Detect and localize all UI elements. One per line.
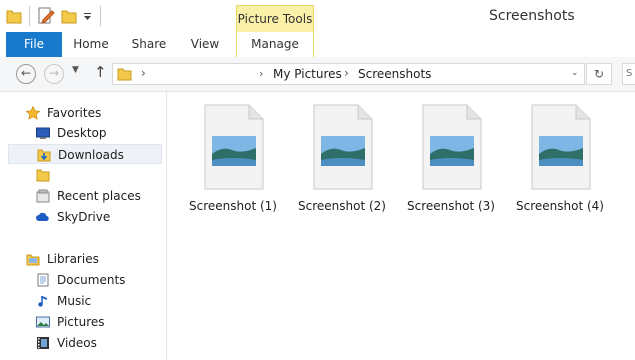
- breadcrumb-separator[interactable]: ›: [344, 66, 349, 80]
- folder-icon[interactable]: [6, 7, 22, 25]
- back-arrow-icon: ←: [20, 66, 32, 80]
- music-icon: [38, 296, 47, 307]
- breadcrumb-separator[interactable]: ›: [259, 67, 263, 80]
- pictures-icon: [36, 316, 50, 328]
- file-name: Screenshot (4): [516, 199, 604, 213]
- new-folder-icon[interactable]: [61, 7, 77, 25]
- folder-icon: [117, 68, 132, 81]
- tab-share[interactable]: Share: [126, 32, 172, 57]
- file-item[interactable]: Screenshot (1): [183, 104, 283, 214]
- nav-item-desktop[interactable]: Desktop: [8, 123, 162, 143]
- nav-item-label: Videos: [57, 336, 97, 350]
- image-file-icon: [313, 104, 373, 190]
- file-name: Screenshot (1): [189, 199, 277, 213]
- nav-item-music[interactable]: Music: [8, 291, 162, 311]
- nav-item-label: Pictures: [57, 315, 105, 329]
- up-icon[interactable]: ↑: [94, 63, 107, 81]
- tab-file[interactable]: File: [6, 32, 62, 57]
- nav-item-label: SkyDrive: [57, 210, 111, 224]
- recent-places-icon: [36, 189, 50, 203]
- nav-favorites[interactable]: Favorites: [8, 103, 162, 123]
- nav-item-label: Music: [57, 294, 92, 308]
- nav-item-downloads[interactable]: Downloads: [8, 144, 162, 164]
- back-button[interactable]: ←: [16, 64, 36, 84]
- nav-libraries-label: Libraries: [47, 252, 99, 266]
- nav-item-recent-places[interactable]: Recent places: [8, 186, 162, 206]
- skydrive-icon: [36, 212, 49, 221]
- breadcrumb-separator[interactable]: ›: [141, 66, 146, 80]
- address-toolbar: ← → ▼ ↑ › › My Pictures › Screenshots ⌄ …: [0, 57, 635, 92]
- libraries-icon: [26, 254, 40, 266]
- breadcrumb-screenshots[interactable]: Screenshots: [358, 67, 431, 81]
- nav-item-label: Documents: [57, 273, 126, 287]
- navigation-pane: Favorites Desktop Downloads Recent place…: [0, 92, 167, 360]
- nav-item-documents[interactable]: Documents: [8, 270, 162, 290]
- recent-locations-icon[interactable]: ▼: [72, 65, 79, 75]
- divider: [100, 6, 101, 26]
- downloads-icon: [37, 149, 51, 162]
- refresh-button[interactable]: ↻: [586, 63, 612, 85]
- file-item[interactable]: Screenshot (2): [292, 104, 392, 214]
- file-item[interactable]: Screenshot (4): [510, 104, 610, 214]
- nav-item-skydrive[interactable]: SkyDrive: [8, 207, 162, 227]
- nav-favorites-label: Favorites: [47, 106, 102, 120]
- search-input[interactable]: S: [622, 63, 635, 85]
- nav-libraries[interactable]: Libraries: [8, 249, 162, 269]
- title-bar: Picture Tools Screenshots: [0, 0, 635, 32]
- search-icon: S: [626, 68, 633, 79]
- image-file-icon: [422, 104, 482, 190]
- breadcrumb-my-pictures[interactable]: My Pictures: [273, 67, 342, 81]
- customize-qat-icon[interactable]: [83, 7, 92, 25]
- tab-home[interactable]: Home: [70, 32, 112, 57]
- folder-icon: [36, 169, 50, 182]
- documents-icon: [37, 273, 49, 287]
- tab-view[interactable]: View: [184, 32, 226, 57]
- address-dropdown-icon[interactable]: ⌄: [571, 68, 579, 78]
- nav-item-folder[interactable]: [8, 165, 162, 185]
- star-icon: [26, 106, 40, 120]
- window-title: Screenshots: [489, 8, 575, 24]
- tab-manage[interactable]: Manage: [236, 32, 314, 58]
- refresh-icon: ↻: [593, 67, 605, 81]
- file-item[interactable]: Screenshot (3): [401, 104, 501, 214]
- forward-button[interactable]: →: [44, 64, 64, 84]
- nav-item-videos[interactable]: Videos: [8, 333, 162, 353]
- nav-item-pictures[interactable]: Pictures: [8, 312, 162, 332]
- divider: [29, 6, 30, 26]
- file-name: Screenshot (3): [407, 199, 495, 213]
- address-bar[interactable]: › › My Pictures › Screenshots ⌄: [112, 63, 585, 85]
- forward-arrow-icon: →: [48, 66, 60, 80]
- desktop-icon: [36, 127, 50, 139]
- nav-item-label: Desktop: [57, 126, 107, 140]
- properties-icon[interactable]: [38, 7, 55, 25]
- ribbon-tabs: File Home Share View Manage: [0, 32, 635, 58]
- nav-item-label: Recent places: [57, 189, 141, 203]
- picture-tools-context-label: Picture Tools: [236, 5, 314, 32]
- nav-item-label: Downloads: [58, 148, 124, 162]
- image-file-icon: [204, 104, 264, 190]
- file-name: Screenshot (2): [298, 199, 386, 213]
- videos-icon: [37, 337, 49, 349]
- image-file-icon: [531, 104, 591, 190]
